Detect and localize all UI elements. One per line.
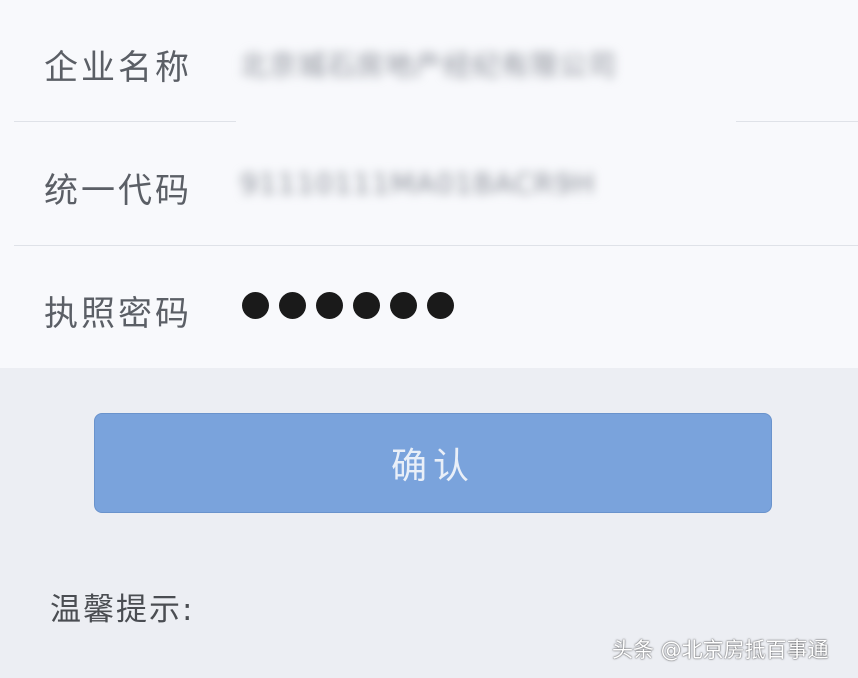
license-password-field[interactable] (242, 292, 454, 319)
unified-code-label: 统一代码 (44, 171, 192, 211)
unified-code-row[interactable]: 统一代码 91110111MA01BACR9H (0, 123, 858, 245)
password-dot (353, 292, 380, 319)
enterprise-login-form: 企业名称 北京城石房地产经纪有限公司 统一代码 91110111MA01BACR… (0, 0, 858, 368)
license-password-label: 执照密码 (44, 294, 192, 334)
unified-code-field[interactable]: 91110111MA01BACR9H (240, 167, 595, 200)
watermark: 头条 @北京房抵百事通 (612, 638, 829, 662)
password-dot (316, 292, 343, 319)
tip-heading: 温馨提示: (50, 592, 195, 628)
password-dot (427, 292, 454, 319)
divider (14, 121, 236, 122)
divider (736, 121, 858, 122)
password-dot (390, 292, 417, 319)
confirm-button[interactable]: 确认 (94, 413, 772, 513)
company-name-label: 企业名称 (44, 48, 192, 88)
company-name-field[interactable]: 北京城石房地产经纪有限公司 (240, 44, 617, 84)
password-dot (242, 292, 269, 319)
company-name-row[interactable]: 企业名称 北京城石房地产经纪有限公司 (0, 0, 858, 122)
password-dot (279, 292, 306, 319)
